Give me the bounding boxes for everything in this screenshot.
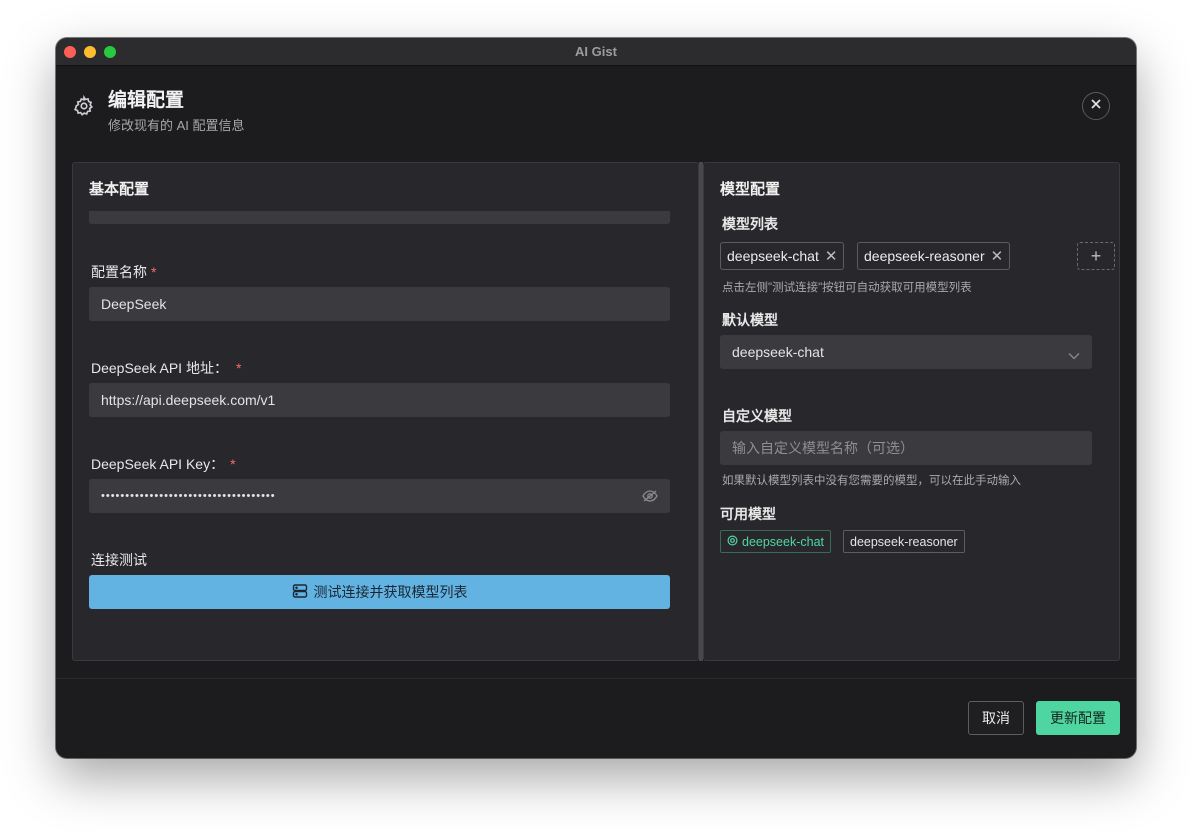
remove-tag-icon[interactable]: ✕: [991, 247, 1004, 265]
minimize-window-button[interactable]: [84, 46, 96, 58]
dialog-footer: 取消 更新配置: [56, 678, 1136, 758]
basic-config-panel[interactable]: 基本配置 配置名称 * DeepSeek DeepSeek API 地址： * ht…: [72, 162, 699, 661]
available-model-label: deepseek-reasoner: [850, 534, 958, 549]
check-circle-icon: [727, 535, 738, 549]
add-model-button[interactable]: +: [1077, 242, 1115, 270]
model-tag: deepseek-chat ✕: [720, 242, 845, 270]
custom-model-hint: 如果默认模型列表中没有您需要的模型，可以在此手动输入: [722, 475, 1021, 487]
name-label-text: 配置名称: [91, 264, 147, 280]
update-config-button[interactable]: 更新配置: [1036, 701, 1120, 735]
plus-icon: +: [1090, 245, 1102, 266]
available-model-label: deepseek-chat: [742, 534, 825, 549]
available-model-chip[interactable]: deepseek-chat: [720, 530, 832, 553]
maximize-window-button[interactable]: [104, 46, 116, 58]
model-config-title: 模型配置: [720, 181, 781, 198]
cancel-button[interactable]: 取消: [968, 701, 1024, 735]
close-icon: [1090, 97, 1102, 115]
model-list-hint: 点击左侧"测试连接"按钮可自动获取可用模型列表: [722, 282, 972, 294]
close-dialog-button[interactable]: [1082, 92, 1110, 120]
scrolled-field-remnant: [89, 211, 670, 224]
key-label-text: DeepSeek API Key：: [91, 456, 225, 472]
model-tag-label: deepseek-chat: [727, 248, 819, 264]
url-label-text: DeepSeek API 地址：: [91, 360, 228, 376]
url-label: DeepSeek API 地址： *: [91, 358, 241, 378]
test-section-label: 连接测试: [91, 552, 147, 568]
server-icon: [292, 583, 308, 602]
default-model-select[interactable]: deepseek-chat: [720, 335, 1092, 369]
chevron-down-icon: [1068, 347, 1080, 363]
eye-off-icon[interactable]: [642, 489, 658, 506]
title-bar: AI Gist: [56, 38, 1136, 66]
default-model-label: 默认模型: [722, 312, 778, 328]
required-mark: *: [230, 456, 236, 472]
api-key-masked-value: ••••••••••••••••••••••••••••••••••••: [101, 490, 276, 502]
dialog-header: 编辑配置 修改现有的 AI 配置信息: [56, 67, 1136, 163]
model-tag: deepseek-reasoner ✕: [857, 242, 1011, 270]
key-label: DeepSeek API Key： *: [91, 454, 236, 474]
window-title: AI Gist: [575, 44, 617, 59]
dialog-subtitle: 修改现有的 AI 配置信息: [108, 118, 245, 133]
app-window: AI Gist 编辑配置 修改现有的 AI 配置信息 基本配置 配置名称 * De…: [56, 38, 1136, 758]
test-connection-label: 测试连接并获取模型列表: [313, 584, 468, 600]
config-name-input[interactable]: DeepSeek: [89, 287, 670, 321]
model-config-panel: 模型配置 模型列表 deepseek-chat ✕ deepseek-reaso…: [703, 162, 1120, 661]
custom-model-label: 自定义模型: [722, 408, 792, 424]
window-controls: [64, 46, 116, 58]
api-url-input[interactable]: https://api.deepseek.com/v1: [89, 383, 670, 417]
model-tag-label: deepseek-reasoner: [864, 248, 985, 264]
name-label: 配置名称 *: [91, 262, 156, 282]
custom-model-input[interactable]: 输入自定义模型名称（可选）: [720, 431, 1092, 465]
available-models-label: 可用模型: [720, 506, 776, 522]
close-window-button[interactable]: [64, 46, 76, 58]
basic-config-title: 基本配置: [89, 181, 150, 198]
api-key-input[interactable]: ••••••••••••••••••••••••••••••••••••: [89, 479, 670, 513]
remove-tag-icon[interactable]: ✕: [825, 247, 838, 265]
dialog-title: 编辑配置: [108, 90, 185, 111]
test-connection-button[interactable]: 测试连接并获取模型列表: [89, 575, 670, 609]
default-model-value: deepseek-chat: [732, 344, 824, 360]
gear-icon: [73, 94, 95, 117]
required-mark: *: [151, 264, 157, 280]
available-model-chip[interactable]: deepseek-reasoner: [843, 530, 965, 553]
required-mark: *: [235, 360, 242, 376]
model-list-label: 模型列表: [722, 216, 778, 232]
